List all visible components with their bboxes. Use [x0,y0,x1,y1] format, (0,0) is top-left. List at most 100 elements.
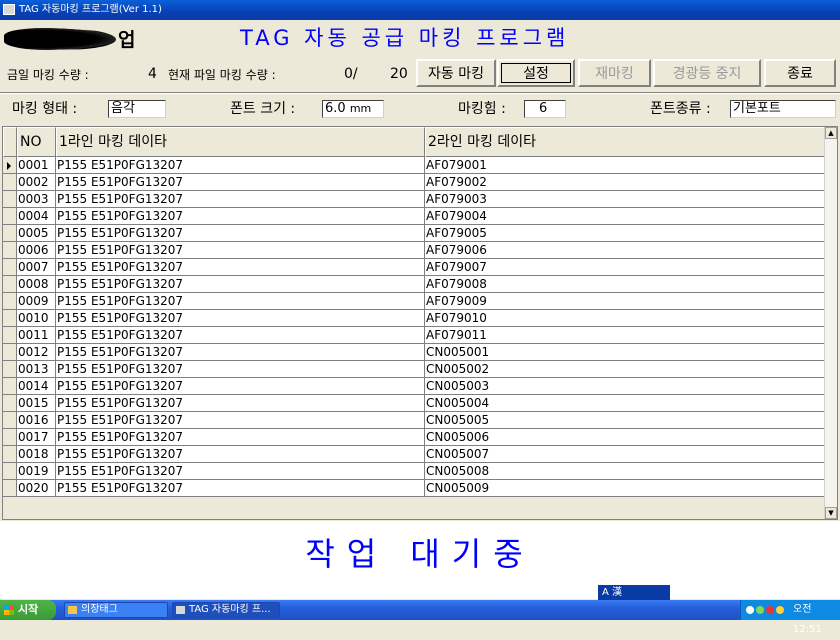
cell-line1[interactable]: P155 E51P0FG13207 [56,225,425,242]
cell-line2[interactable]: CN005006 [425,429,825,446]
table-row[interactable]: 0012 P155 E51P0FG13207 CN005001 [3,344,825,361]
table-row[interactable]: 0010 P155 E51P0FG13207 AF079010 [3,310,825,327]
row-indicator[interactable] [3,429,17,446]
tray-icon[interactable] [746,606,754,614]
cell-line1[interactable]: P155 E51P0FG13207 [56,310,425,327]
exit-button[interactable]: 종료 [764,59,836,87]
cell-line2[interactable]: CN005007 [425,446,825,463]
column-header-no[interactable]: NO [17,127,56,157]
table-row[interactable]: 0018 P155 E51P0FG13207 CN005007 [3,446,825,463]
row-indicator[interactable] [3,480,17,497]
cell-line1[interactable]: P155 E51P0FG13207 [56,429,425,446]
cell-line2[interactable]: AF079008 [425,276,825,293]
stop-alarm-light-button[interactable]: 경광등 중지 [653,59,761,87]
row-indicator[interactable] [3,225,17,242]
cell-no[interactable]: 0013 [17,361,56,378]
settings-button[interactable]: 설정 [497,59,575,87]
row-indicator[interactable] [3,378,17,395]
table-row[interactable]: 0006 P155 E51P0FG13207 AF079006 [3,242,825,259]
table-row[interactable]: 0017 P155 E51P0FG13207 CN005006 [3,429,825,446]
cell-line2[interactable]: AF079010 [425,310,825,327]
cell-line1[interactable]: P155 E51P0FG13207 [56,344,425,361]
grid-vertical-scrollbar[interactable]: ▲ ▼ [824,127,837,519]
row-indicator[interactable] [3,208,17,225]
taskbar-item-folder[interactable]: 의장태그 [64,602,168,618]
taskbar-item-marking-app[interactable]: TAG 자동마킹 프... [172,602,280,618]
tray-icon[interactable] [756,606,764,614]
cell-no[interactable]: 0001 [17,157,56,174]
scroll-down-icon[interactable]: ▼ [825,507,837,519]
marking-type-field[interactable]: 음각 [108,100,166,118]
cell-line1[interactable]: P155 E51P0FG13207 [56,327,425,344]
table-row[interactable]: 0016 P155 E51P0FG13207 CN005005 [3,412,825,429]
table-row[interactable]: 0001 P155 E51P0FG13207 AF079001 [3,157,825,174]
cell-line2[interactable]: CN005003 [425,378,825,395]
cell-no[interactable]: 0005 [17,225,56,242]
table-row[interactable]: 0013 P155 E51P0FG13207 CN005002 [3,361,825,378]
cell-line1[interactable]: P155 E51P0FG13207 [56,157,425,174]
row-indicator[interactable] [3,259,17,276]
tray-icon[interactable] [776,606,784,614]
row-indicator[interactable] [3,191,17,208]
row-indicator[interactable] [3,276,17,293]
cell-line2[interactable]: CN005008 [425,463,825,480]
row-indicator[interactable] [3,446,17,463]
clock[interactable]: 오전 12:51 [793,600,840,640]
cell-line1[interactable]: P155 E51P0FG13207 [56,463,425,480]
title-bar[interactable]: TAG 자동마킹 프로그램(Ver 1.1) [0,0,840,20]
table-row[interactable]: 0020 P155 E51P0FG13207 CN005009 [3,480,825,497]
row-indicator[interactable] [3,463,17,480]
cell-line1[interactable]: P155 E51P0FG13207 [56,276,425,293]
row-indicator[interactable] [3,310,17,327]
cell-line1[interactable]: P155 E51P0FG13207 [56,378,425,395]
cell-line2[interactable]: CN005005 [425,412,825,429]
cell-line2[interactable]: AF079001 [425,157,825,174]
cell-no[interactable]: 0003 [17,191,56,208]
tray-icon[interactable] [766,606,774,614]
cell-line1[interactable]: P155 E51P0FG13207 [56,293,425,310]
cell-line1[interactable]: P155 E51P0FG13207 [56,191,425,208]
scroll-up-icon[interactable]: ▲ [825,127,837,139]
table-row[interactable]: 0005 P155 E51P0FG13207 AF079005 [3,225,825,242]
row-indicator[interactable] [3,395,17,412]
cell-no[interactable]: 0006 [17,242,56,259]
table-row[interactable]: 0007 P155 E51P0FG13207 AF079007 [3,259,825,276]
cell-no[interactable]: 0019 [17,463,56,480]
cell-line1[interactable]: P155 E51P0FG13207 [56,259,425,276]
cell-line1[interactable]: P155 E51P0FG13207 [56,361,425,378]
table-row[interactable]: 0004 P155 E51P0FG13207 AF079004 [3,208,825,225]
cell-line2[interactable]: AF079005 [425,225,825,242]
row-indicator[interactable] [3,242,17,259]
column-header-line1[interactable]: 1라인 마킹 데이타 [56,127,425,157]
cell-line2[interactable]: AF079011 [425,327,825,344]
cell-line2[interactable]: AF079003 [425,191,825,208]
cell-line2[interactable]: AF079002 [425,174,825,191]
row-indicator[interactable] [3,174,17,191]
table-row[interactable]: 0009 P155 E51P0FG13207 AF079009 [3,293,825,310]
table-row[interactable]: 0014 P155 E51P0FG13207 CN005003 [3,378,825,395]
cell-no[interactable]: 0016 [17,412,56,429]
table-row[interactable]: 0003 P155 E51P0FG13207 AF079003 [3,191,825,208]
table-row[interactable]: 0015 P155 E51P0FG13207 CN005004 [3,395,825,412]
marking-data-grid[interactable]: NO 1라인 마킹 데이타 2라인 마킹 데이타 0001 P155 E51P0F… [2,126,838,520]
row-indicator[interactable] [3,344,17,361]
cell-no[interactable]: 0012 [17,344,56,361]
cell-no[interactable]: 0020 [17,480,56,497]
font-size-field[interactable]: 6.0 mm [322,100,384,118]
table-row[interactable]: 0019 P155 E51P0FG13207 CN005008 [3,463,825,480]
cell-no[interactable]: 0011 [17,327,56,344]
cell-no[interactable]: 0004 [17,208,56,225]
auto-marking-button[interactable]: 자동 마킹 [416,59,496,87]
table-row[interactable]: 0011 P155 E51P0FG13207 AF079011 [3,327,825,344]
row-indicator[interactable] [3,157,17,174]
cell-line2[interactable]: AF079004 [425,208,825,225]
cell-line1[interactable]: P155 E51P0FG13207 [56,174,425,191]
cell-line1[interactable]: P155 E51P0FG13207 [56,242,425,259]
marking-power-field[interactable]: 6 [524,100,566,118]
cell-no[interactable]: 0010 [17,310,56,327]
cell-no[interactable]: 0007 [17,259,56,276]
cell-line1[interactable]: P155 E51P0FG13207 [56,480,425,497]
cell-line1[interactable]: P155 E51P0FG13207 [56,412,425,429]
cell-line2[interactable]: CN005009 [425,480,825,497]
cell-line2[interactable]: AF079007 [425,259,825,276]
